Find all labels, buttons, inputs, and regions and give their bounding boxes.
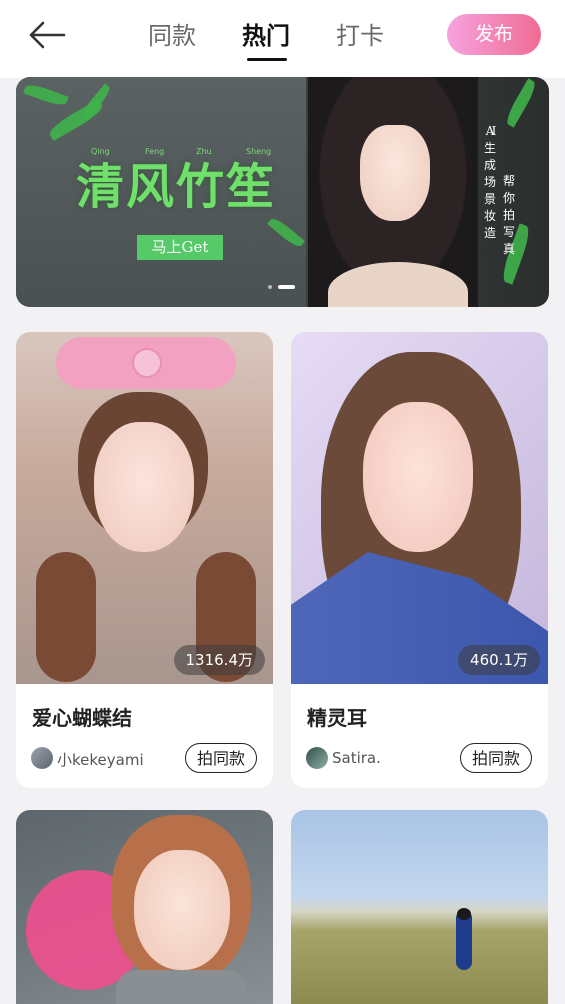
shoot-same-button[interactable]: 拍同款 xyxy=(185,743,257,773)
banner-side-char: 拍 xyxy=(502,208,515,222)
portrait-shoulders xyxy=(328,262,468,307)
card-title: 爱心蝴蝶结 xyxy=(32,706,132,730)
tab-check-in[interactable]: 打卡 xyxy=(336,16,384,51)
banner-side-text-right: 帮 你 拍 写 真 xyxy=(502,173,516,258)
banner-side-text-left: A I 生 成 场 景 妆 造 xyxy=(483,123,497,242)
banner-side-char: 成 xyxy=(483,158,496,172)
tab-same-style[interactable]: 同款 xyxy=(148,16,196,51)
active-tab-indicator xyxy=(247,58,287,61)
author-avatar xyxy=(31,747,53,769)
template-card[interactable] xyxy=(16,810,273,1004)
banner-side-char: 景 xyxy=(483,192,496,206)
template-card[interactable]: 460.1万 精灵耳 Satira. 拍同款 xyxy=(291,332,548,788)
banner-get-button[interactable]: 马上Get xyxy=(137,235,223,260)
top-nav-bar: 同款 热门 打卡 发布 xyxy=(0,0,565,78)
author-name: 小kekeyami xyxy=(57,751,144,769)
banner-side-char: 真 xyxy=(502,242,515,256)
banner-side-char: 你 xyxy=(502,191,515,205)
face-shape xyxy=(94,422,194,552)
view-count-badge: 460.1万 xyxy=(458,645,540,675)
grey-top xyxy=(116,970,246,1004)
card-title: 精灵耳 xyxy=(307,706,367,730)
back-button[interactable] xyxy=(26,18,68,52)
banner-side-char: 妆 xyxy=(483,209,496,223)
author-avatar xyxy=(306,747,328,769)
banner-side-char: 写 xyxy=(502,225,515,239)
promo-banner[interactable]: Qing Feng Zhu Sheng 清风竹笙 马上Get A I 生 成 场… xyxy=(16,77,549,307)
braid-left xyxy=(36,552,96,682)
view-count-badge: 1316.4万 xyxy=(173,645,265,675)
card-cover-image xyxy=(16,810,273,1004)
banner-side-char: 生 xyxy=(483,141,496,155)
face-shape xyxy=(134,850,230,970)
template-card[interactable] xyxy=(291,810,548,1004)
face-shape xyxy=(363,402,473,552)
banner-portrait-image xyxy=(308,77,478,307)
arrow-left-icon xyxy=(29,21,66,49)
person-head xyxy=(457,908,471,920)
template-card[interactable]: 1316.4万 爱心蝴蝶结 小kekeyami 拍同款 xyxy=(16,332,273,788)
author-name: Satira. xyxy=(332,749,381,767)
pagination-dot-active xyxy=(278,285,295,289)
portrait-face xyxy=(360,125,430,221)
publish-button[interactable]: 发布 xyxy=(447,14,541,55)
banner-side-char: 帮 xyxy=(502,174,515,188)
card-cover-image xyxy=(291,810,548,1004)
banner-side-char: 造 xyxy=(483,226,496,240)
tab-popular[interactable]: 热门 xyxy=(242,16,290,51)
bamboo-leaf-decoration xyxy=(503,78,539,128)
banner-title: 清风竹笙 xyxy=(76,159,277,215)
card-cover-image xyxy=(16,332,273,684)
pagination-dot xyxy=(268,285,272,289)
banner-side-char: 场 xyxy=(483,175,496,189)
banner-side-char: I xyxy=(491,124,497,138)
heart-icon xyxy=(132,348,162,378)
card-cover-image xyxy=(291,332,548,684)
shoot-same-button[interactable]: 拍同款 xyxy=(460,743,532,773)
